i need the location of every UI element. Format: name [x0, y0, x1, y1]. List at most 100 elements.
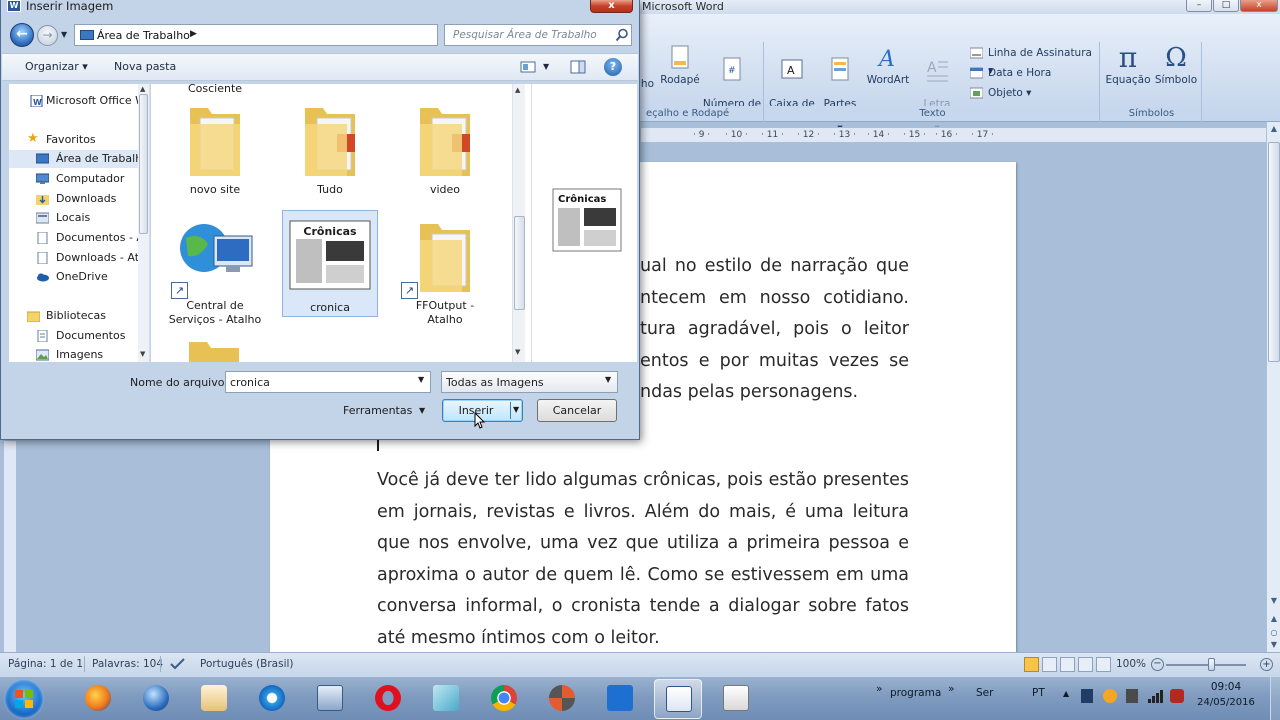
tray-flag-icon[interactable] [1126, 689, 1138, 703]
zoom-slider-thumb[interactable] [1208, 658, 1215, 671]
nav-pane-scrollbar[interactable]: ▲ ▼ [138, 84, 149, 362]
nav-item-downloads-shortcut[interactable]: Downloads - At [9, 249, 149, 267]
zoom-level[interactable]: 100% [1116, 658, 1146, 670]
date-time-button[interactable]: Data e Hora [970, 64, 1051, 82]
page-count[interactable]: Página: 1 de 1 [8, 658, 83, 670]
clock-time[interactable]: 09:04 [1196, 681, 1256, 693]
navigation-pane[interactable]: W Microsoft Office W ★ Favoritos Área de… [9, 84, 150, 362]
file-scroll-down-icon[interactable]: ▼ [515, 348, 520, 356]
nav-item-computer[interactable]: Computador [9, 170, 149, 188]
insert-options-dropdown[interactable]: ▼ [513, 405, 519, 414]
taskbar-google-earth[interactable] [132, 679, 180, 719]
nav-item-documents[interactable]: Documentos [9, 327, 149, 345]
nav-item-places[interactable]: Locais [9, 209, 149, 227]
show-hidden-icons[interactable]: ▲ [1063, 689, 1069, 698]
wordart-button[interactable]: A WordArt [864, 44, 912, 86]
file-scroll-up-icon[interactable]: ▲ [515, 86, 520, 94]
taskbar-file-manager[interactable] [422, 679, 470, 719]
maximize-button[interactable]: □ [1213, 0, 1239, 12]
address-path[interactable]: Área de Trabalho [97, 29, 190, 42]
search-input[interactable]: Pesquisar Área de Trabalho [444, 24, 632, 46]
clock-date[interactable]: 24/05/2016 [1196, 697, 1256, 708]
file-list[interactable]: Cosciente novo site Tudo video Central d… [151, 84, 531, 362]
taskbar-remote-app[interactable] [596, 679, 644, 719]
tools-button[interactable]: Ferramentas [343, 404, 412, 417]
new-folder-button[interactable]: Nova pasta [114, 60, 176, 73]
horizontal-ruler[interactable]: · 9 · · 10 · · 11 · · 12 · · 13 · · 14 ·… [640, 127, 1268, 143]
taskbar-chrome[interactable] [480, 679, 528, 719]
spelling-check-icon[interactable] [170, 657, 186, 671]
help-icon[interactable]: ? [604, 58, 622, 76]
footer-button[interactable]: Rodapé [658, 44, 702, 86]
toolbar-chevron[interactable]: » [948, 683, 954, 695]
file-list-scrollbar[interactable]: ▲ ▼ [512, 84, 525, 362]
taskbar-java[interactable] [712, 679, 760, 719]
minimize-button[interactable]: – [1186, 0, 1212, 12]
file-scroll-thumb[interactable] [514, 216, 525, 310]
nav-item-desktop[interactable]: Área de Trabalh [9, 150, 149, 168]
dialog-close-button[interactable]: x [590, 0, 633, 13]
language-bar[interactable]: PT [1032, 687, 1045, 699]
forward-button[interactable]: → [37, 25, 58, 46]
file-item-novo-site[interactable]: novo site [167, 100, 263, 197]
file-item-central-servicos[interactable]: Central de Serviços - Atalho [167, 218, 263, 327]
views-dropdown[interactable]: ▼ [543, 62, 549, 71]
prev-page-icon[interactable]: ▲ [1268, 614, 1280, 627]
nav-scroll-thumb[interactable] [139, 94, 148, 234]
view-buttons[interactable] [1024, 657, 1112, 672]
filename-dropdown[interactable]: ▼ [418, 375, 424, 384]
scroll-thumb[interactable] [1268, 142, 1280, 362]
equation-button[interactable]: π Equação [1104, 44, 1152, 87]
full-screen-icon[interactable] [1042, 657, 1057, 672]
tray-alert-icon[interactable] [1170, 689, 1184, 703]
document-scrollbar[interactable]: ▲ ▼ ▲ ○ ▼ [1266, 122, 1280, 652]
filetype-select[interactable]: Todas as Imagens [441, 371, 618, 393]
nav-item-office[interactable]: W Microsoft Office W [9, 92, 149, 110]
taskbar-word[interactable] [654, 679, 702, 719]
language-indicator[interactable]: Português (Brasil) [200, 658, 294, 670]
taskbar-firefox[interactable] [74, 679, 122, 719]
preview-pane-icon[interactable] [570, 60, 586, 74]
paragraph-2[interactable]: Você já deve ter lido algumas crônicas, … [377, 465, 909, 654]
file-item-tudo[interactable]: Tudo [282, 100, 378, 197]
filetype-dropdown[interactable]: ▼ [605, 375, 611, 384]
address-bar[interactable]: Área de Trabalho ▶ ▼ ↻ [74, 24, 507, 46]
taskbar-app-s[interactable] [538, 679, 586, 719]
object-button[interactable]: Objeto ▾ [970, 84, 1031, 102]
nav-item-documents-shortcut[interactable]: Documentos - A [9, 229, 149, 247]
draft-icon[interactable] [1096, 657, 1111, 672]
word-count[interactable]: Palavras: 104 [92, 658, 163, 670]
scroll-up-icon[interactable]: ▲ [1268, 124, 1280, 137]
word-close-button[interactable]: x [1240, 0, 1278, 12]
scroll-down-icon[interactable]: ▼ [1268, 596, 1280, 609]
tray-app-icon[interactable] [1081, 689, 1093, 703]
toolbar-programa[interactable]: programa [890, 687, 941, 699]
views-icon[interactable] [520, 61, 536, 73]
nav-item-onedrive[interactable]: OneDrive [9, 268, 149, 286]
taskbar-app-window[interactable] [306, 679, 354, 719]
taskbar-internet-explorer[interactable] [248, 679, 296, 719]
paragraph-1[interactable]: ual no estilo de narração que ntecem em … [640, 251, 909, 409]
nav-item-favorites[interactable]: ★ Favoritos [9, 131, 149, 149]
toolbar-ser[interactable]: Ser [976, 687, 993, 699]
breadcrumb-chevron-icon[interactable]: ▶ [190, 29, 197, 39]
search-icon[interactable] [615, 28, 629, 42]
taskbar-opera[interactable] [364, 679, 412, 719]
taskbar-hand-app[interactable] [190, 679, 238, 719]
signature-line-button[interactable]: Linha de Assinatura ▾ [970, 44, 1099, 77]
zoom-slider[interactable] [1166, 664, 1246, 666]
recent-pages-dropdown[interactable]: ▼ [61, 30, 67, 39]
nav-item-images[interactable]: Imagens [9, 346, 149, 362]
organize-button[interactable]: Organizar ▾ [25, 60, 88, 73]
vertical-ruler[interactable] [3, 440, 17, 655]
filename-input[interactable]: cronica [225, 371, 431, 393]
symbol-button[interactable]: Ω Símbolo [1152, 44, 1200, 86]
back-button[interactable]: ← [10, 23, 34, 47]
zoom-out-icon[interactable]: − [1151, 658, 1164, 671]
file-item-cronica[interactable]: Crônicas cronica [282, 210, 378, 317]
toolbar-chevron[interactable]: » [876, 683, 882, 695]
tools-dropdown[interactable]: ▼ [419, 406, 425, 415]
file-item-cosciente[interactable]: Cosciente [167, 84, 263, 96]
tray-status-icon[interactable] [1103, 689, 1117, 703]
file-item-ffoutput[interactable]: FFOutput - Atalho [397, 218, 493, 327]
